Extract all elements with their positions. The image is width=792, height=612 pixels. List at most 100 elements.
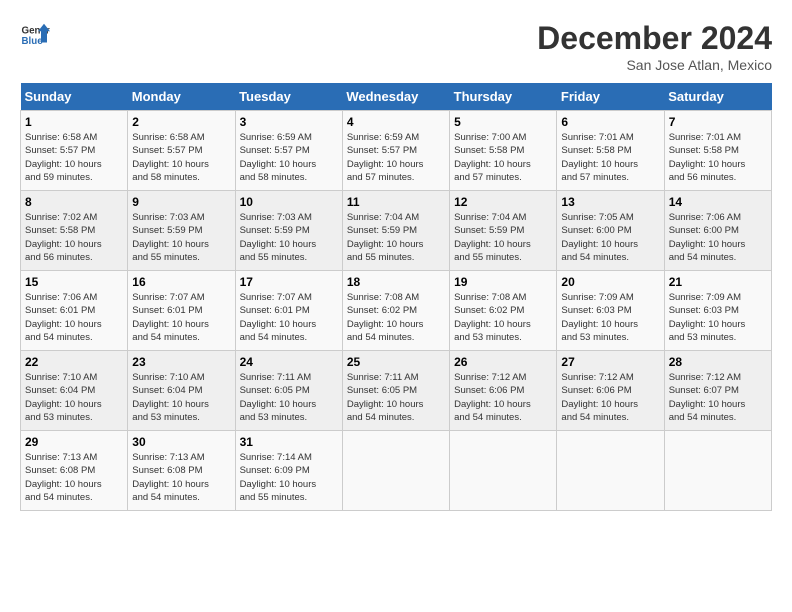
day-number: 4	[347, 115, 445, 129]
day-number: 25	[347, 355, 445, 369]
day-number: 23	[132, 355, 230, 369]
calendar-week-1: 1Sunrise: 6:58 AMSunset: 5:57 PMDaylight…	[21, 111, 772, 191]
day-info: Sunrise: 7:11 AMSunset: 6:05 PMDaylight:…	[240, 371, 338, 424]
day-info: Sunrise: 7:09 AMSunset: 6:03 PMDaylight:…	[669, 291, 767, 344]
day-info: Sunrise: 7:06 AMSunset: 6:01 PMDaylight:…	[25, 291, 123, 344]
day-number: 2	[132, 115, 230, 129]
day-info: Sunrise: 6:58 AMSunset: 5:57 PMDaylight:…	[25, 131, 123, 184]
header-cell-saturday: Saturday	[664, 83, 771, 111]
table-row	[450, 431, 557, 511]
day-info: Sunrise: 6:59 AMSunset: 5:57 PMDaylight:…	[240, 131, 338, 184]
day-info: Sunrise: 6:58 AMSunset: 5:57 PMDaylight:…	[132, 131, 230, 184]
table-row: 29 Sunrise: 7:13 AMSunset: 6:08 PMDayligh…	[21, 431, 128, 511]
table-row: 19 Sunrise: 7:08 AMSunset: 6:02 PMDayligh…	[450, 271, 557, 351]
table-row: 12 Sunrise: 7:04 AMSunset: 5:59 PMDayligh…	[450, 191, 557, 271]
day-info: Sunrise: 7:14 AMSunset: 6:09 PMDaylight:…	[240, 451, 338, 504]
table-row: 10 Sunrise: 7:03 AMSunset: 5:59 PMDayligh…	[235, 191, 342, 271]
day-info: Sunrise: 7:12 AMSunset: 6:06 PMDaylight:…	[454, 371, 552, 424]
table-row: 17Sunrise: 7:07 AMSunset: 6:01 PMDayligh…	[235, 271, 342, 351]
header-cell-sunday: Sunday	[21, 83, 128, 111]
title-block: December 2024 San Jose Atlan, Mexico	[537, 20, 772, 73]
day-info: Sunrise: 7:08 AMSunset: 6:02 PMDaylight:…	[454, 291, 552, 344]
table-row: 31Sunrise: 7:14 AMSunset: 6:09 PMDayligh…	[235, 431, 342, 511]
table-row: 26 Sunrise: 7:12 AMSunset: 6:06 PMDayligh…	[450, 351, 557, 431]
day-info: Sunrise: 7:03 AMSunset: 5:59 PMDaylight:…	[240, 211, 338, 264]
header-cell-wednesday: Wednesday	[342, 83, 449, 111]
table-row	[557, 431, 664, 511]
table-row: 15 Sunrise: 7:06 AMSunset: 6:01 PMDayligh…	[21, 271, 128, 351]
table-row: 3Sunrise: 6:59 AMSunset: 5:57 PMDaylight…	[235, 111, 342, 191]
table-row: 9 Sunrise: 7:03 AMSunset: 5:59 PMDaylight…	[128, 191, 235, 271]
day-number: 5	[454, 115, 552, 129]
day-info: Sunrise: 7:02 AMSunset: 5:58 PMDaylight:…	[25, 211, 123, 264]
day-number: 19	[454, 275, 552, 289]
table-row: 13Sunrise: 7:05 AMSunset: 6:00 PMDayligh…	[557, 191, 664, 271]
table-row: 14 Sunrise: 7:06 AMSunset: 6:00 PMDayligh…	[664, 191, 771, 271]
day-number: 13	[561, 195, 659, 209]
table-row: 11 Sunrise: 7:04 AMSunset: 5:59 PMDayligh…	[342, 191, 449, 271]
day-info: Sunrise: 7:08 AMSunset: 6:02 PMDaylight:…	[347, 291, 445, 344]
day-info: Sunrise: 7:12 AMSunset: 6:07 PMDaylight:…	[669, 371, 767, 424]
day-info: Sunrise: 7:13 AMSunset: 6:08 PMDaylight:…	[132, 451, 230, 504]
logo: General Blue	[20, 20, 50, 50]
table-row: 6 Sunrise: 7:01 AMSunset: 5:58 PMDaylight…	[557, 111, 664, 191]
day-info: Sunrise: 7:00 AMSunset: 5:58 PMDaylight:…	[454, 131, 552, 184]
day-info: Sunrise: 7:01 AMSunset: 5:58 PMDaylight:…	[561, 131, 659, 184]
day-number: 7	[669, 115, 767, 129]
day-number: 29	[25, 435, 123, 449]
table-row: 27 Sunrise: 7:12 AMSunset: 6:06 PMDayligh…	[557, 351, 664, 431]
header-cell-thursday: Thursday	[450, 83, 557, 111]
table-row: 8 Sunrise: 7:02 AMSunset: 5:58 PMDaylight…	[21, 191, 128, 271]
day-info: Sunrise: 7:04 AMSunset: 5:59 PMDaylight:…	[454, 211, 552, 264]
table-row: 21 Sunrise: 7:09 AMSunset: 6:03 PMDayligh…	[664, 271, 771, 351]
day-number: 26	[454, 355, 552, 369]
day-info: Sunrise: 7:09 AMSunset: 6:03 PMDaylight:…	[561, 291, 659, 344]
table-row: 20 Sunrise: 7:09 AMSunset: 6:03 PMDayligh…	[557, 271, 664, 351]
day-info: Sunrise: 7:01 AMSunset: 5:58 PMDaylight:…	[669, 131, 767, 184]
day-info: Sunrise: 7:11 AMSunset: 6:05 PMDaylight:…	[347, 371, 445, 424]
day-number: 30	[132, 435, 230, 449]
day-info: Sunrise: 6:59 AMSunset: 5:57 PMDaylight:…	[347, 131, 445, 184]
day-number: 21	[669, 275, 767, 289]
day-number: 27	[561, 355, 659, 369]
day-number: 15	[25, 275, 123, 289]
day-number: 14	[669, 195, 767, 209]
table-row: 23Sunrise: 7:10 AMSunset: 6:04 PMDayligh…	[128, 351, 235, 431]
day-info: Sunrise: 7:03 AMSunset: 5:59 PMDaylight:…	[132, 211, 230, 264]
day-info: Sunrise: 7:04 AMSunset: 5:59 PMDaylight:…	[347, 211, 445, 264]
day-number: 12	[454, 195, 552, 209]
day-info: Sunrise: 7:12 AMSunset: 6:06 PMDaylight:…	[561, 371, 659, 424]
day-number: 20	[561, 275, 659, 289]
table-row: 25 Sunrise: 7:11 AMSunset: 6:05 PMDayligh…	[342, 351, 449, 431]
calendar-week-3: 15 Sunrise: 7:06 AMSunset: 6:01 PMDayligh…	[21, 271, 772, 351]
day-number: 9	[132, 195, 230, 209]
day-info: Sunrise: 7:07 AMSunset: 6:01 PMDaylight:…	[240, 291, 338, 344]
day-number: 16	[132, 275, 230, 289]
day-info: Sunrise: 7:06 AMSunset: 6:00 PMDaylight:…	[669, 211, 767, 264]
svg-text:Blue: Blue	[22, 36, 44, 47]
logo-icon: General Blue	[20, 20, 50, 50]
day-number: 22	[25, 355, 123, 369]
day-number: 6	[561, 115, 659, 129]
day-number: 11	[347, 195, 445, 209]
day-number: 10	[240, 195, 338, 209]
calendar-body: 1Sunrise: 6:58 AMSunset: 5:57 PMDaylight…	[21, 111, 772, 511]
table-row: 5 Sunrise: 7:00 AMSunset: 5:58 PMDaylight…	[450, 111, 557, 191]
table-row	[664, 431, 771, 511]
page-header: General Blue December 2024 San Jose Atla…	[20, 20, 772, 73]
day-number: 8	[25, 195, 123, 209]
calendar-week-5: 29 Sunrise: 7:13 AMSunset: 6:08 PMDayligh…	[21, 431, 772, 511]
table-row: 2 Sunrise: 6:58 AMSunset: 5:57 PMDaylight…	[128, 111, 235, 191]
table-row: 28Sunrise: 7:12 AMSunset: 6:07 PMDayligh…	[664, 351, 771, 431]
table-row: 18 Sunrise: 7:08 AMSunset: 6:02 PMDayligh…	[342, 271, 449, 351]
header-cell-monday: Monday	[128, 83, 235, 111]
header-cell-tuesday: Tuesday	[235, 83, 342, 111]
day-info: Sunrise: 7:10 AMSunset: 6:04 PMDaylight:…	[25, 371, 123, 424]
day-number: 18	[347, 275, 445, 289]
calendar-week-2: 8 Sunrise: 7:02 AMSunset: 5:58 PMDaylight…	[21, 191, 772, 271]
calendar-table: SundayMondayTuesdayWednesdayThursdayFrid…	[20, 83, 772, 511]
table-row: 4 Sunrise: 6:59 AMSunset: 5:57 PMDaylight…	[342, 111, 449, 191]
day-info: Sunrise: 7:13 AMSunset: 6:08 PMDaylight:…	[25, 451, 123, 504]
table-row: 24Sunrise: 7:11 AMSunset: 6:05 PMDayligh…	[235, 351, 342, 431]
day-info: Sunrise: 7:07 AMSunset: 6:01 PMDaylight:…	[132, 291, 230, 344]
